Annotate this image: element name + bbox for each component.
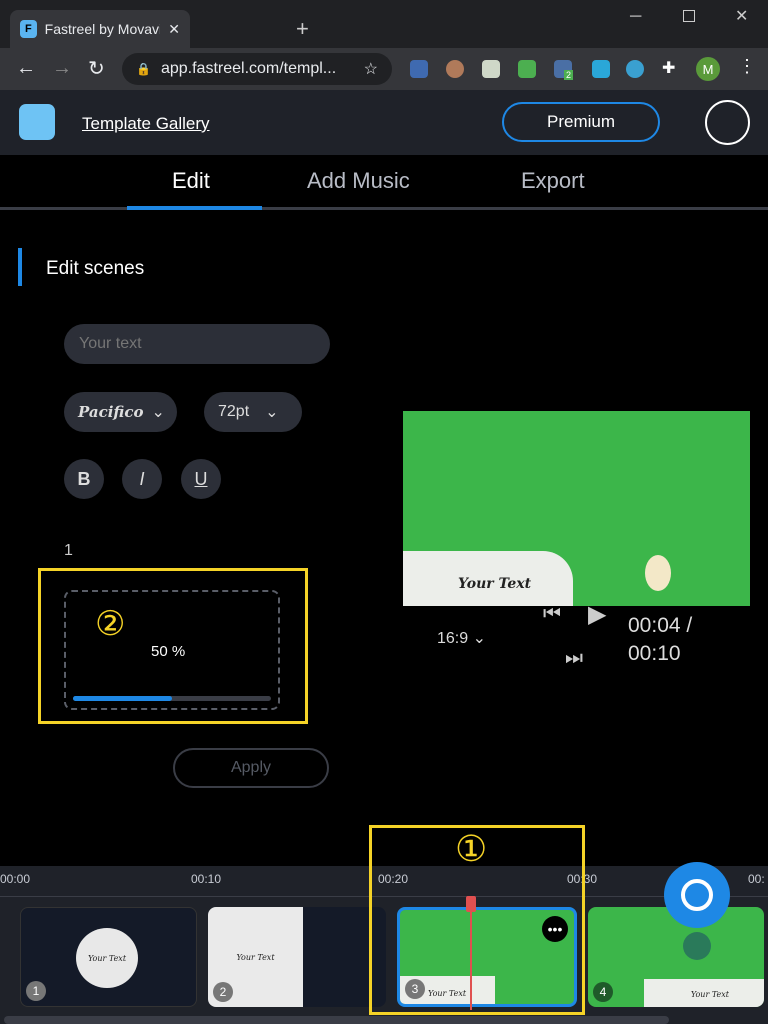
extension-badge: 2 — [564, 70, 574, 80]
extension-notes-icon[interactable] — [482, 60, 500, 78]
timeline-clip[interactable]: Your Text 1 — [20, 907, 197, 1007]
video-preview[interactable]: Your Text — [403, 411, 750, 606]
chevron-down-icon: ⌄ — [151, 404, 165, 421]
underline-button[interactable]: U — [181, 459, 221, 499]
clip-number: 4 — [593, 982, 613, 1002]
address-bar[interactable]: 🔒 app.fastreel.com/templ... ☆ — [122, 53, 392, 85]
profile-avatar[interactable]: M — [696, 57, 720, 81]
extensions-puzzle-icon[interactable]: ✚ — [662, 58, 675, 78]
extension-mail-icon[interactable] — [518, 60, 536, 78]
bold-button[interactable]: B — [64, 459, 104, 499]
maximize-icon[interactable] — [683, 10, 695, 22]
italic-button[interactable]: I — [122, 459, 162, 499]
extension-share-icon[interactable] — [592, 60, 610, 78]
chevron-down-icon: ⌄ — [265, 404, 279, 421]
tick-label: 00: — [748, 872, 765, 886]
reload-icon[interactable]: ↻ — [88, 56, 105, 81]
clip-number: 2 — [213, 982, 233, 1002]
bookmark-star-icon[interactable]: ☆ — [364, 59, 378, 79]
clip-text: Your Text — [236, 952, 275, 962]
tab-add-music[interactable]: Add Music — [307, 168, 410, 194]
play-icon[interactable]: ▶ — [588, 600, 606, 629]
fastreel-favicon: F — [20, 20, 37, 38]
forward-icon[interactable]: → — [52, 57, 72, 80]
avocado-decoration — [645, 555, 671, 591]
font-value: Pacifico — [78, 403, 144, 421]
clip-text: Your Text — [690, 990, 729, 999]
tab-export[interactable]: Export — [521, 168, 585, 194]
close-tab-icon[interactable]: ✕ — [168, 21, 180, 38]
lock-icon: 🔒 — [136, 62, 151, 76]
aspect-ratio-dropdown[interactable]: 16:9 ⌄ — [437, 628, 486, 648]
annotation-number-2: ② — [95, 605, 126, 643]
active-tab-indicator — [127, 206, 262, 210]
aspect-value: 16:9 — [437, 630, 469, 647]
upload-progress-text: 50 % — [151, 643, 186, 660]
size-value: 72pt — [218, 403, 250, 420]
extension-code-icon[interactable]: 2 — [554, 60, 574, 80]
tab-edit[interactable]: Edit — [172, 168, 210, 194]
section-title: Edit scenes — [46, 258, 145, 279]
clip-text: Your Text — [87, 953, 127, 963]
browser-tab[interactable]: F Fastreel by Movavi | Online Vid ✕ — [10, 10, 190, 48]
close-window-icon[interactable]: ✕ — [735, 6, 748, 26]
scene-number-label: 1 — [64, 542, 73, 559]
menu-kebab-icon[interactable]: ⋮ — [738, 56, 756, 77]
timeline-scrollbar[interactable] — [4, 1016, 669, 1024]
upload-progress-fill — [73, 696, 172, 701]
tick-label: 00:00 — [0, 872, 31, 886]
total-time: 00:10 — [628, 642, 681, 665]
timeline-clip[interactable]: Your Text 2 — [208, 907, 386, 1007]
watermark-logo — [683, 932, 711, 960]
timeline-clip[interactable]: Your Text 4 — [588, 907, 764, 1007]
time-display: 00:04 / 00:10 — [628, 612, 692, 668]
clip-number: 1 — [26, 981, 46, 1001]
fastreel-logo[interactable] — [19, 104, 55, 140]
skip-forward-icon[interactable]: ⏭ — [565, 647, 583, 670]
annotation-number-1: ① — [455, 828, 488, 869]
preview-caption: Your Text — [458, 576, 532, 592]
template-gallery-link[interactable]: Template Gallery — [82, 114, 210, 134]
clip-text-circle: Your Text — [76, 928, 138, 988]
premium-button[interactable]: Premium — [502, 102, 660, 142]
extension-avatar-icon[interactable] — [446, 60, 464, 78]
apply-button[interactable]: Apply — [173, 748, 329, 788]
minimize-icon[interactable]: ─ — [630, 8, 641, 26]
url-text: app.fastreel.com/templ... — [160, 60, 337, 77]
user-account-icon[interactable] — [705, 100, 750, 145]
chat-bubble-icon — [681, 879, 713, 911]
scene-text-input[interactable] — [64, 324, 330, 364]
extension-q-icon[interactable] — [626, 60, 644, 78]
font-dropdown[interactable]: Pacifico ⌄ — [64, 392, 177, 432]
tick-label: 00:10 — [191, 872, 222, 886]
size-dropdown[interactable]: 72pt ⌄ — [204, 392, 302, 432]
chat-support-button[interactable] — [664, 862, 730, 928]
extension-search-icon[interactable] — [410, 60, 428, 78]
section-marker — [18, 248, 22, 286]
upload-progress-bar — [73, 696, 271, 701]
tab-title: Fastreel by Movavi | Online Vid — [44, 21, 161, 37]
current-time: 00:04 / — [628, 614, 693, 637]
skip-back-icon[interactable]: ⏮ — [543, 603, 561, 626]
new-tab-icon[interactable]: + — [296, 16, 309, 42]
back-icon[interactable]: ← — [16, 57, 36, 80]
